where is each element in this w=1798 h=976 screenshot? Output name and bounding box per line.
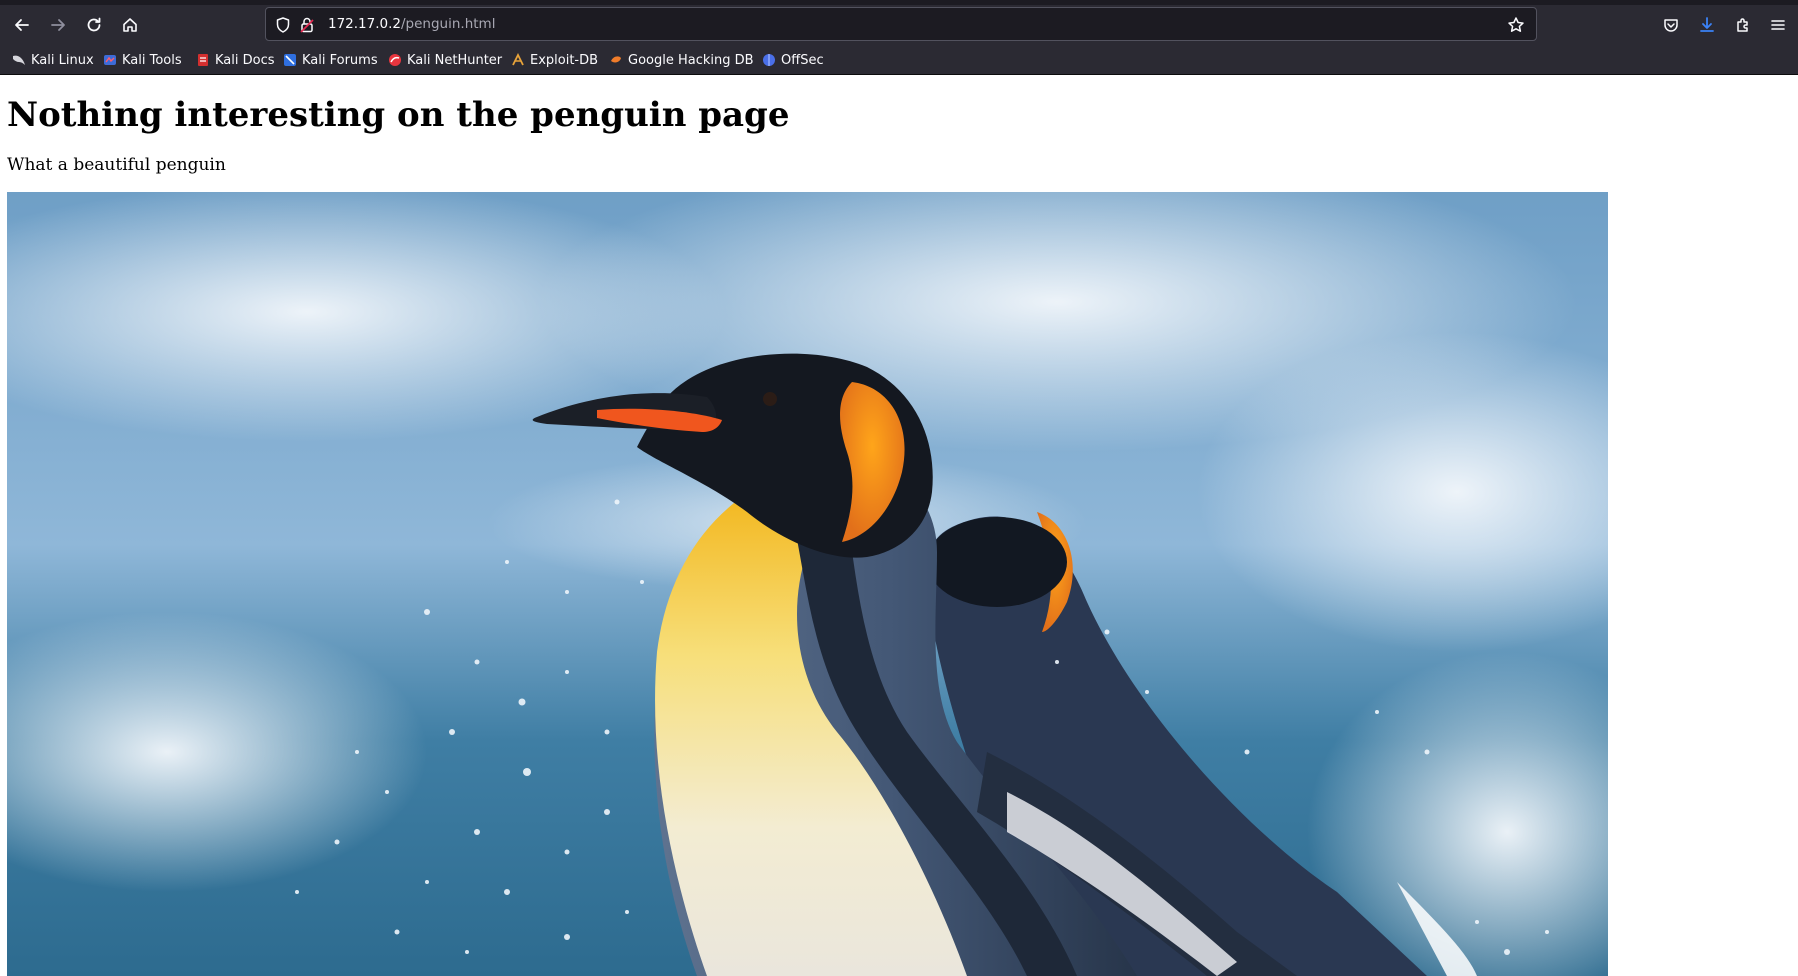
page-paragraph: What a beautiful penguin (7, 155, 226, 175)
bookmark-offsec[interactable]: OffSec (762, 50, 824, 70)
bookmark-label: OffSec (781, 52, 824, 68)
kali-docs-icon (198, 54, 208, 66)
bookmark-kali-linux[interactable]: Kali Linux (12, 50, 94, 70)
address-bar[interactable]: 172.17.0.2/penguin.html (265, 7, 1537, 41)
home-button[interactable] (115, 10, 145, 40)
back-button[interactable] (7, 10, 37, 40)
offsec-icon (763, 54, 775, 66)
bookmark-label: Exploit-DB (530, 52, 599, 68)
arrow-left-icon (15, 19, 29, 31)
bookmark-label: Kali Linux (31, 52, 94, 68)
reload-icon (87, 17, 101, 32)
pocket-icon (1664, 19, 1678, 32)
page-heading: Nothing interesting on the penguin page (7, 95, 790, 135)
url-path: /penguin.html (401, 16, 496, 32)
forward-button[interactable] (43, 10, 73, 40)
kali-tools-icon (104, 55, 116, 65)
shield-icon[interactable] (274, 16, 292, 34)
penguin-photo (7, 192, 1608, 976)
url-host: 172.17.0.2 (328, 16, 401, 32)
bookmark-kali-tools[interactable]: Kali Tools (103, 50, 182, 70)
url-text[interactable]: 172.17.0.2/penguin.html (328, 16, 495, 32)
ghdb-icon (611, 56, 621, 63)
bookmark-label: Kali Forums (302, 52, 378, 68)
pocket-button[interactable] (1656, 10, 1686, 40)
bookmark-label: Kali Tools (122, 52, 182, 68)
extensions-button[interactable] (1728, 10, 1758, 40)
bookmark-kali-nethunter[interactable]: Kali NetHunter (388, 50, 502, 70)
home-icon (123, 18, 137, 32)
bookmarks-toolbar: Kali Linux Kali Tools Kali Docs Kali For… (0, 46, 1798, 74)
insecure-lock-icon[interactable] (298, 16, 316, 34)
arrow-right-icon (51, 19, 65, 31)
reload-button[interactable] (79, 10, 109, 40)
hamburger-menu-icon (1771, 20, 1785, 30)
menu-button[interactable] (1763, 10, 1793, 40)
exploit-db-icon (512, 53, 524, 66)
page-content: Nothing interesting on the penguin page … (0, 75, 1798, 976)
downloads-button[interactable] (1692, 10, 1722, 40)
kali-dragon-icon (13, 55, 25, 65)
bookmark-star-icon[interactable] (1507, 16, 1525, 34)
navigation-toolbar: 172.17.0.2/penguin.html (0, 5, 1798, 45)
bookmark-label: Kali Docs (215, 52, 275, 68)
browser-chrome: 172.17.0.2/penguin.html Kali Linux Kali … (0, 0, 1798, 75)
kali-forums-icon (284, 54, 296, 66)
bookmark-label: Kali NetHunter (407, 52, 503, 68)
bookmark-google-hacking-db[interactable]: Google Hacking DB (609, 50, 754, 70)
bookmark-label: Google Hacking DB (628, 52, 754, 68)
bookmark-kali-forums[interactable]: Kali Forums (283, 50, 378, 70)
kali-nethunter-icon (389, 54, 401, 66)
puzzle-icon (1737, 18, 1748, 32)
download-icon (1700, 17, 1714, 32)
bookmark-kali-docs[interactable]: Kali Docs (196, 50, 275, 70)
bookmark-exploit-db[interactable]: Exploit-DB (511, 50, 598, 70)
